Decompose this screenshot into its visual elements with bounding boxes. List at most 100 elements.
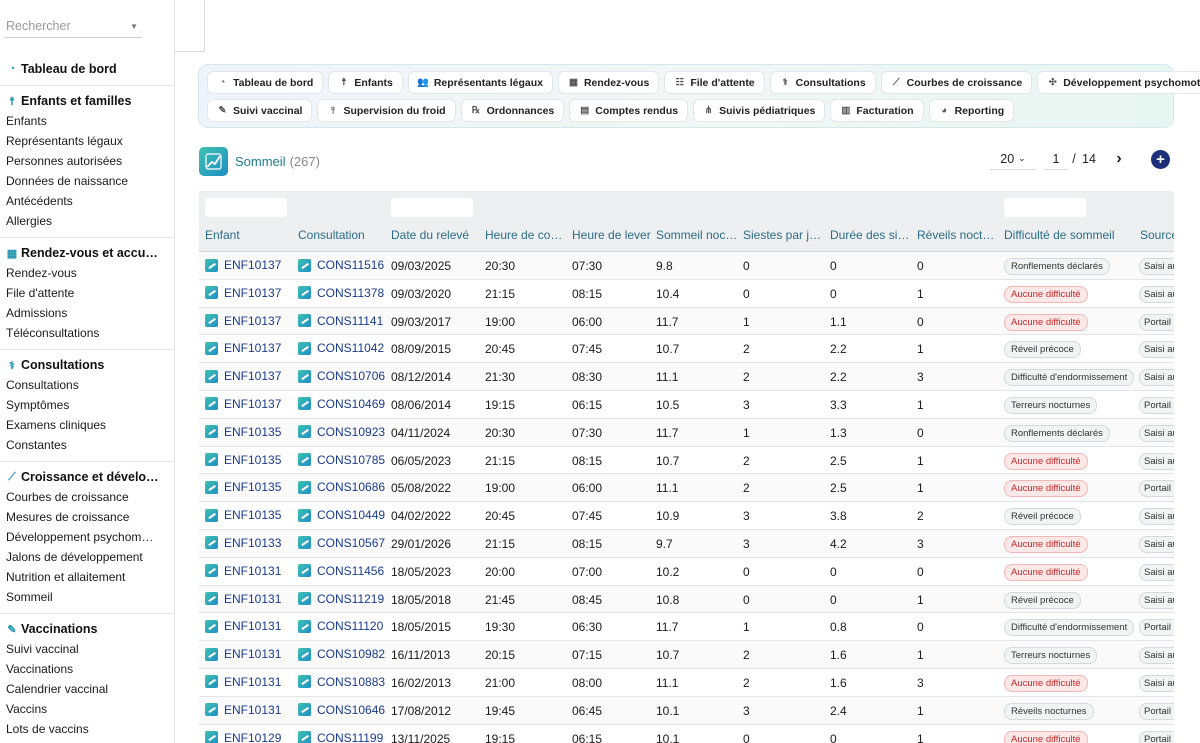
consultation-link[interactable]: CONS10686 (298, 480, 385, 494)
sidebar-item[interactable]: Symptômes (0, 395, 174, 415)
table-row[interactable]: ENF10131 CONS10883 16/02/2013 21:00 08:00 11.… (199, 669, 1174, 697)
sidebar-collapse-panel[interactable] (175, 0, 205, 52)
child-link[interactable]: ENF10135 (205, 480, 281, 494)
sidebar-item-dashboard[interactable]: ◔ Tableau de bord (0, 59, 174, 79)
consultation-link[interactable]: CONS11219 (298, 592, 384, 606)
module-button[interactable]: ▥ Facturation (830, 99, 924, 122)
sidebar-item[interactable]: Lots de vaccins (0, 719, 174, 739)
sidebar-item[interactable]: Constantes (0, 435, 174, 455)
sidebar-item[interactable]: Représentants légaux (0, 131, 174, 151)
table-row[interactable]: ENF10131 CONS10982 16/11/2013 20:15 07:15 10.… (199, 641, 1174, 669)
sidebar-item[interactable]: Consultations (0, 375, 174, 395)
table-row[interactable]: ENF10135 CONS10686 05/08/2022 19:00 06:00 11.… (199, 474, 1174, 503)
module-button[interactable]: ☨ Enfants (328, 71, 403, 94)
sidebar-item[interactable]: Téléconsultations (0, 323, 174, 343)
table-row[interactable]: ENF10131 CONS11219 18/05/2018 21:45 08:45 10.… (199, 585, 1174, 614)
sidebar-item[interactable]: Suivi vaccinal (0, 639, 174, 659)
consultation-link[interactable]: CONS10567 (298, 536, 385, 550)
consultation-link[interactable]: CONS11042 (298, 341, 384, 355)
current-page-input[interactable]: 1 (1044, 148, 1068, 170)
sidebar-item[interactable]: Personnes autorisées (0, 151, 174, 171)
filter-input-enfant[interactable] (205, 198, 287, 217)
child-link[interactable]: ENF10129 (205, 731, 281, 743)
column-header[interactable]: Heure de lever (572, 228, 652, 242)
module-button[interactable]: ⟋ Courbes de croissance (880, 71, 1033, 94)
sidebar-group-title[interactable]: ✎ Vaccinations (0, 619, 174, 639)
table-row[interactable]: ENF10137 CONS11042 08/09/2015 20:45 07:45 10.… (199, 335, 1174, 364)
sidebar-item[interactable]: Allergies (0, 211, 174, 231)
table-row[interactable]: ENF10131 CONS11456 18/05/2023 20:00 07:00 10.… (199, 558, 1174, 586)
chevron-down-icon[interactable]: ▼ (130, 22, 138, 31)
consultation-link[interactable]: CONS10883 (298, 675, 385, 689)
module-button[interactable]: ⋔ Suivis pédiatriques (693, 99, 826, 122)
child-link[interactable]: ENF10137 (205, 341, 281, 355)
sidebar-item[interactable]: Courbes de croissance (0, 487, 174, 507)
child-link[interactable]: ENF10137 (205, 397, 281, 411)
sidebar-item[interactable]: Nutrition et allaitement (0, 567, 174, 587)
table-row[interactable]: ENF10129 CONS11199 13/11/2025 19:15 06:15 10.… (199, 725, 1174, 743)
module-button[interactable]: ℞ Ordonnances (460, 99, 565, 122)
consultation-link[interactable]: CONS10982 (298, 647, 385, 661)
sidebar-item[interactable]: Jalons de développement (0, 547, 174, 567)
column-header[interactable]: Siestes par j… (743, 228, 823, 242)
column-header[interactable]: Sommeil noc… (656, 228, 736, 242)
module-button[interactable]: ✣ Développement psychomoteur (1037, 71, 1200, 94)
child-link[interactable]: ENF10135 (205, 425, 281, 439)
child-link[interactable]: ENF10137 (205, 286, 281, 300)
sidebar-item[interactable]: Données de naissance (0, 171, 174, 191)
child-link[interactable]: ENF10135 (205, 453, 281, 467)
table-row[interactable]: ENF10133 CONS10567 29/01/2026 21:15 08:15 9.7… (199, 529, 1174, 558)
column-header[interactable]: Date du relevé (391, 228, 481, 242)
consultation-link[interactable]: CONS11378 (298, 286, 384, 300)
table-row[interactable]: ENF10137 CONS11378 09/03/2020 21:15 08:15 10.… (199, 280, 1174, 308)
consultation-link[interactable]: CONS10449 (298, 508, 385, 522)
child-link[interactable]: ENF10131 (205, 647, 281, 661)
table-row[interactable]: ENF10137 CONS10469 08/06/2014 19:15 06:15 10.… (199, 391, 1174, 419)
column-header[interactable]: Difficulté de sommeil (1004, 228, 1129, 242)
sidebar-item[interactable]: Vaccinations (0, 659, 174, 679)
column-header[interactable]: Durée des si… (830, 228, 910, 242)
filter-input-date[interactable] (391, 198, 473, 217)
column-header[interactable]: Source (1140, 228, 1174, 242)
child-link[interactable]: ENF10137 (205, 314, 281, 328)
table-row[interactable]: ENF10137 CONS11516 09/03/2025 20:30 07:30 9.8… (199, 252, 1174, 280)
consultation-link[interactable]: CONS10785 (298, 453, 385, 467)
next-page-icon[interactable]: › (1112, 148, 1126, 170)
column-header[interactable]: Consultation (298, 228, 386, 242)
add-record-button[interactable]: + (1151, 150, 1170, 169)
sidebar-item[interactable]: Calendrier vaccinal (0, 679, 174, 699)
consultation-link[interactable]: CONS11120 (298, 619, 383, 633)
consultation-link[interactable]: CONS10923 (298, 425, 385, 439)
column-header[interactable]: Heure de co… (485, 228, 565, 242)
sidebar-item[interactable]: Mesures de croissance (0, 507, 174, 527)
sidebar-item[interactable]: Antécédents (0, 191, 174, 211)
sidebar-item[interactable]: Développement psychom… (0, 527, 174, 547)
sidebar-group-title[interactable]: ▦ Rendez-vous et accu… (0, 243, 174, 263)
child-link[interactable]: ENF10133 (205, 536, 281, 550)
module-button[interactable]: ◔ Tableau de bord (207, 71, 324, 94)
consultation-link[interactable]: CONS11141 (298, 314, 383, 328)
consultation-link[interactable]: CONS11456 (298, 564, 384, 578)
sidebar-group-title[interactable]: ⟋ Croissance et dévelo… (0, 467, 174, 487)
table-row[interactable]: ENF10135 CONS10923 04/11/2024 20:30 07:30 11.… (199, 418, 1174, 447)
child-link[interactable]: ENF10137 (205, 258, 281, 272)
child-link[interactable]: ENF10137 (205, 369, 281, 383)
table-row[interactable]: ENF10135 CONS10785 06/05/2023 21:15 08:15 10.… (199, 447, 1174, 475)
child-link[interactable]: ENF10131 (205, 675, 281, 689)
module-button[interactable]: ☷ File d'attente (664, 71, 765, 94)
sidebar-group-title[interactable]: ⚕ Consultations (0, 355, 174, 375)
sidebar-item[interactable]: Vaccins (0, 699, 174, 719)
module-button[interactable]: ▦ Rendez-vous (557, 71, 660, 94)
child-link[interactable]: ENF10131 (205, 592, 281, 606)
table-row[interactable]: ENF10131 CONS10646 17/08/2012 19:45 06:45 10.… (199, 696, 1174, 725)
module-button[interactable]: ✎ Suivi vaccinal (207, 99, 313, 122)
sidebar-item[interactable]: Sommeil (0, 587, 174, 607)
filter-input-difficulte[interactable] (1004, 198, 1086, 217)
table-row[interactable]: ENF10135 CONS10449 04/02/2022 20:45 07:45 10.… (199, 502, 1174, 530)
child-link[interactable]: ENF10131 (205, 619, 281, 633)
sidebar-item[interactable]: Admissions (0, 303, 174, 323)
sidebar-group-title[interactable]: ☨ Enfants et familles (0, 91, 174, 111)
module-button[interactable]: ⫯ Supervision du froid (317, 99, 456, 122)
module-button[interactable]: 👥 Représentants légaux (407, 71, 553, 94)
search-box[interactable]: ▼ (4, 16, 142, 38)
